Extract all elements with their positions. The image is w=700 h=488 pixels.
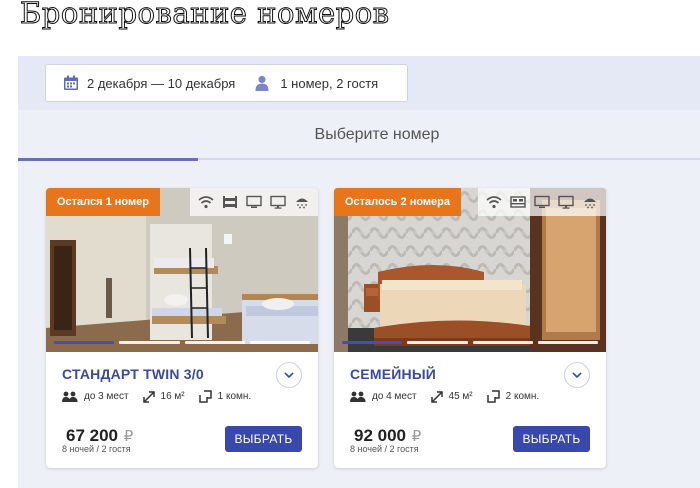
area-fact: 16 м² bbox=[142, 390, 185, 403]
amenities-bar bbox=[478, 188, 606, 216]
room-name[interactable]: СТАНДАРТ TWIN 3/0 bbox=[62, 366, 204, 382]
rooms-fact: 2 комн. bbox=[486, 390, 540, 403]
amenities-bar bbox=[190, 188, 318, 216]
double-bed-icon bbox=[506, 188, 530, 216]
room-card[interactable]: Остался 1 номер СТАНДАРТ TWIN 3/0 до 3 м… bbox=[46, 188, 318, 468]
expand-details-button[interactable] bbox=[276, 362, 302, 388]
calendar-icon bbox=[63, 75, 79, 91]
capacity-fact: до 3 мест bbox=[62, 391, 129, 402]
rooms-icon bbox=[198, 390, 212, 403]
shower-icon bbox=[578, 188, 602, 216]
guests-icon bbox=[62, 391, 78, 402]
tv-icon bbox=[530, 188, 554, 216]
guests-icon bbox=[350, 391, 366, 402]
capacity-fact: до 4 мест bbox=[350, 391, 417, 402]
photo-dot[interactable] bbox=[184, 341, 245, 344]
wifi-icon bbox=[482, 188, 506, 216]
room-photo[interactable]: Остался 1 номер bbox=[46, 188, 318, 352]
price-note: 8 ночей / 2 гостя bbox=[62, 444, 131, 454]
bunk-bed-icon bbox=[218, 188, 242, 216]
date-guests-selector[interactable]: 2 декабря — 10 декабря 1 номер, 2 гостя bbox=[45, 64, 408, 102]
price-note: 8 ночей / 2 гостя bbox=[350, 444, 419, 454]
room-photo[interactable]: Осталось 2 номера bbox=[334, 188, 606, 352]
booking-panel: 2 декабря — 10 декабря 1 номер, 2 гостя … bbox=[18, 56, 700, 488]
area-value: 16 м² bbox=[160, 391, 185, 402]
price: 92 000 ₽ bbox=[354, 426, 421, 446]
photo-dot[interactable] bbox=[472, 341, 533, 344]
shower-icon bbox=[290, 188, 314, 216]
availability-badge: Остался 1 номер bbox=[46, 188, 160, 216]
photo-dot[interactable] bbox=[342, 341, 403, 344]
expand-details-button[interactable] bbox=[564, 362, 590, 388]
date-range: 2 декабря — 10 декабря bbox=[87, 75, 236, 91]
photo-dot[interactable] bbox=[537, 341, 598, 344]
photo-dot[interactable] bbox=[407, 341, 468, 344]
search-strip: 2 декабря — 10 декабря 1 номер, 2 гостя bbox=[18, 56, 700, 110]
monitor-icon bbox=[554, 188, 578, 216]
rooms-value: 1 комн. bbox=[217, 391, 252, 402]
person-icon bbox=[255, 75, 271, 91]
tv-icon bbox=[242, 188, 266, 216]
rooms-fact: 1 комн. bbox=[198, 390, 252, 403]
choose-room-button[interactable]: ВЫБРАТЬ bbox=[225, 426, 302, 452]
guest-count: 1 номер, 2 гостя bbox=[280, 75, 379, 91]
choose-room-button[interactable]: ВЫБРАТЬ bbox=[513, 426, 590, 452]
chevron-down-icon bbox=[572, 372, 582, 378]
rooms-icon bbox=[486, 390, 500, 403]
rooms-value: 2 комн. bbox=[505, 391, 540, 402]
currency-symbol: ₽ bbox=[411, 428, 422, 445]
area-fact: 45 м² bbox=[430, 390, 473, 403]
availability-badge: Осталось 2 номера bbox=[334, 188, 462, 216]
room-card[interactable]: Осталось 2 номера СЕМЕЙНЫЙ до 4 мест 45 … bbox=[334, 188, 606, 468]
page-title: Бронирование номеров bbox=[20, 0, 390, 31]
photo-pagination[interactable] bbox=[54, 341, 310, 345]
monitor-icon bbox=[266, 188, 290, 216]
capacity-value: до 4 мест bbox=[372, 391, 417, 402]
price: 67 200 ₽ bbox=[66, 426, 133, 446]
section-label: Выберите номер bbox=[314, 126, 440, 143]
price-value: 92 000 bbox=[354, 426, 406, 445]
area-value: 45 м² bbox=[448, 391, 473, 402]
photo-pagination[interactable] bbox=[342, 341, 598, 345]
tab-active-indicator bbox=[18, 158, 198, 161]
capacity-value: до 3 мест bbox=[84, 391, 129, 402]
chevron-down-icon bbox=[284, 372, 294, 378]
area-arrows-icon bbox=[142, 390, 155, 403]
room-name[interactable]: СЕМЕЙНЫЙ bbox=[350, 366, 436, 382]
price-value: 67 200 bbox=[66, 426, 118, 445]
wifi-icon bbox=[194, 188, 218, 216]
photo-dot[interactable] bbox=[54, 341, 115, 344]
photo-dot[interactable] bbox=[119, 341, 180, 344]
room-facts: до 3 мест 16 м² 1 комн. bbox=[62, 390, 265, 403]
area-arrows-icon bbox=[430, 390, 443, 403]
photo-dot[interactable] bbox=[249, 341, 310, 344]
room-facts: до 4 мест 45 м² 2 комн. bbox=[350, 390, 553, 403]
currency-symbol: ₽ bbox=[123, 428, 134, 445]
